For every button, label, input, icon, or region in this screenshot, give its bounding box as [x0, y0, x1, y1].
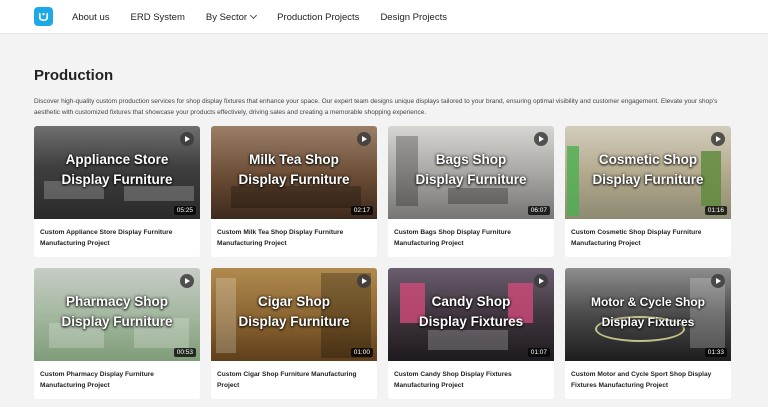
play-icon[interactable]	[180, 274, 194, 288]
video-thumbnail[interactable]: Pharmacy Shop Display Furniture 00:53	[34, 268, 200, 361]
nav-about-us[interactable]: About us	[72, 12, 110, 23]
video-thumbnail[interactable]: Motor & Cycle Shop Display Fixtures 01:33	[565, 268, 731, 361]
card-caption[interactable]: Custom Cosmetic Shop Display Furniture M…	[571, 227, 727, 249]
nav-by-sector[interactable]: By Sector	[206, 11, 258, 23]
video-duration: 05:25	[173, 206, 196, 215]
thumbnail-title: Appliance Store Display Furniture	[61, 152, 173, 187]
video-duration: 01:00	[350, 348, 373, 357]
video-thumbnail[interactable]: Appliance Store Display Furniture 05:25	[34, 126, 200, 219]
video-thumbnail[interactable]: Cigar Shop Display Furniture 01:00	[211, 268, 377, 361]
video-duration: 01:07	[527, 348, 550, 357]
card-caption[interactable]: Custom Cigar Shop Furniture Manufacturin…	[217, 369, 373, 391]
intro-paragraph: Discover high-quality custom production …	[34, 98, 718, 116]
project-card[interactable]: Candy Shop Display Fixtures 01:07 Custom …	[388, 268, 554, 399]
play-icon[interactable]	[711, 132, 725, 146]
top-nav-bar: About us ERD System By Sector Production…	[0, 0, 768, 34]
thumbnail-title: Bags Shop Display Furniture	[415, 152, 527, 187]
video-thumbnail[interactable]: Bags Shop Display Furniture 06:07	[388, 126, 554, 219]
play-icon[interactable]	[711, 274, 725, 288]
project-card[interactable]: Motor & Cycle Shop Display Fixtures 01:33…	[565, 268, 731, 399]
video-thumbnail[interactable]: Milk Tea Shop Display Furniture 02:17	[211, 126, 377, 219]
play-icon[interactable]	[534, 274, 548, 288]
page-title: Production	[34, 67, 114, 84]
video-duration: 01:33	[704, 348, 727, 357]
card-caption[interactable]: Custom Candy Shop Display Fixtures Manuf…	[394, 369, 550, 391]
main-nav: About us ERD System By Sector Production…	[72, 0, 468, 34]
video-duration: 00:53	[173, 348, 196, 357]
play-icon[interactable]	[357, 274, 371, 288]
project-card[interactable]: Bags Shop Display Furniture 06:07 Custom …	[388, 126, 554, 257]
video-duration: 02:17	[350, 206, 373, 215]
video-thumbnail[interactable]: Candy Shop Display Fixtures 01:07	[388, 268, 554, 361]
logo-glyph-icon	[38, 12, 49, 22]
project-card[interactable]: Cigar Shop Display Furniture 01:00 Custom…	[211, 268, 377, 399]
video-duration: 06:07	[527, 206, 550, 215]
card-caption[interactable]: Custom Motor and Cycle Sport Shop Displa…	[571, 369, 727, 391]
nav-production-projects[interactable]: Production Projects	[277, 12, 359, 23]
card-caption[interactable]: Custom Bags Shop Display Furniture Manuf…	[394, 227, 550, 249]
nav-erd-system[interactable]: ERD System	[131, 12, 185, 23]
play-icon[interactable]	[534, 132, 548, 146]
play-icon[interactable]	[357, 132, 371, 146]
nav-design-projects[interactable]: Design Projects	[380, 12, 447, 23]
play-icon[interactable]	[180, 132, 194, 146]
chevron-down-icon	[250, 11, 258, 20]
card-caption[interactable]: Custom Milk Tea Shop Display Furniture M…	[217, 227, 373, 249]
video-duration: 01:16	[704, 206, 727, 215]
project-card[interactable]: Milk Tea Shop Display Furniture 02:17 Cus…	[211, 126, 377, 257]
thumbnail-title: Milk Tea Shop Display Furniture	[238, 152, 350, 187]
project-card[interactable]: Pharmacy Shop Display Furniture 00:53 Cus…	[34, 268, 200, 399]
thumbnail-title: Pharmacy Shop Display Furniture	[61, 294, 173, 329]
brand-logo-icon[interactable]	[34, 7, 53, 26]
thumbnail-title: Cigar Shop Display Furniture	[238, 294, 350, 329]
card-caption[interactable]: Custom Appliance Store Display Furniture…	[40, 227, 196, 249]
thumbnail-title: Cosmetic Shop Display Furniture	[592, 152, 704, 187]
project-card[interactable]: Cosmetic Shop Display Furniture 01:16 Cus…	[565, 126, 731, 257]
card-caption[interactable]: Custom Pharmacy Display Furniture Manufa…	[40, 369, 196, 391]
thumbnail-title: Motor & Cycle Shop Display Fixtures	[590, 295, 705, 329]
video-thumbnail[interactable]: Cosmetic Shop Display Furniture 01:16	[565, 126, 731, 219]
thumbnail-title: Candy Shop Display Fixtures	[418, 294, 524, 329]
project-card[interactable]: Appliance Store Display Furniture 05:25 C…	[34, 126, 200, 257]
